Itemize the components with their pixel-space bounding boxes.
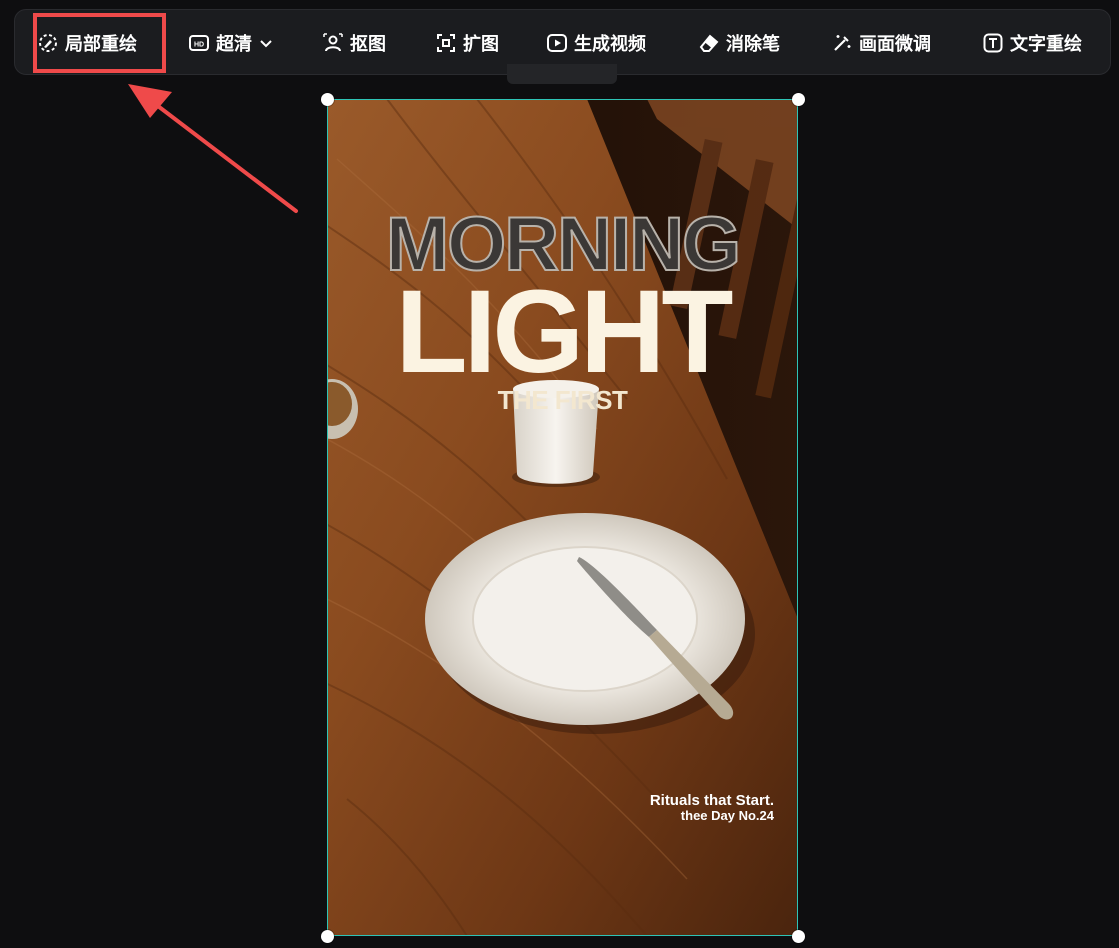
inpaint-label: 局部重绘: [65, 34, 137, 55]
hd-upscale-button[interactable]: HD 超清: [188, 10, 274, 76]
expand-frame-icon: [435, 32, 457, 54]
poster-title-line2: LIGHT: [395, 266, 734, 398]
inpaint-button[interactable]: 局部重绘: [37, 10, 137, 76]
poster-tagline-line2: thee Day No.24: [680, 808, 774, 823]
fine-tune-button[interactable]: 画面微调: [831, 10, 931, 76]
cutout-button[interactable]: 抠图: [322, 10, 386, 76]
play-video-icon: [546, 32, 568, 54]
magic-wand-icon: [831, 32, 853, 54]
eraser-icon: [698, 32, 720, 54]
cutout-person-icon: [322, 32, 344, 54]
resize-handle-top-right[interactable]: [792, 93, 805, 106]
resize-handle-bottom-right[interactable]: [792, 930, 805, 943]
poster-tagline-line1: Rituals that Start.: [649, 792, 774, 809]
canvas-label-tab: [507, 64, 617, 84]
poster-subtitle: THE FIRST: [497, 385, 628, 415]
eraser-label: 消除笔: [726, 34, 780, 55]
text-redraw-button[interactable]: 文字重绘: [982, 10, 1082, 76]
fine-tune-label: 画面微调: [859, 34, 931, 55]
inpaint-brush-icon: [37, 32, 59, 54]
poster-image[interactable]: MORNING LIGHT THE FIRST Rituals that Sta…: [327, 99, 798, 936]
svg-text:HD: HD: [194, 42, 204, 49]
text-box-icon: [982, 32, 1004, 54]
chevron-down-icon[interactable]: [258, 35, 274, 51]
expand-image-button[interactable]: 扩图: [435, 10, 499, 76]
cutout-label: 抠图: [350, 34, 386, 55]
hd-label: 超清: [216, 34, 252, 55]
generate-video-label: 生成视频: [574, 34, 646, 55]
eraser-button[interactable]: 消除笔: [698, 10, 780, 76]
hd-icon: HD: [188, 32, 210, 54]
text-redraw-label: 文字重绘: [1010, 34, 1082, 55]
expand-label: 扩图: [463, 34, 499, 55]
resize-handle-bottom-left[interactable]: [321, 930, 334, 943]
resize-handle-top-left[interactable]: [321, 93, 334, 106]
